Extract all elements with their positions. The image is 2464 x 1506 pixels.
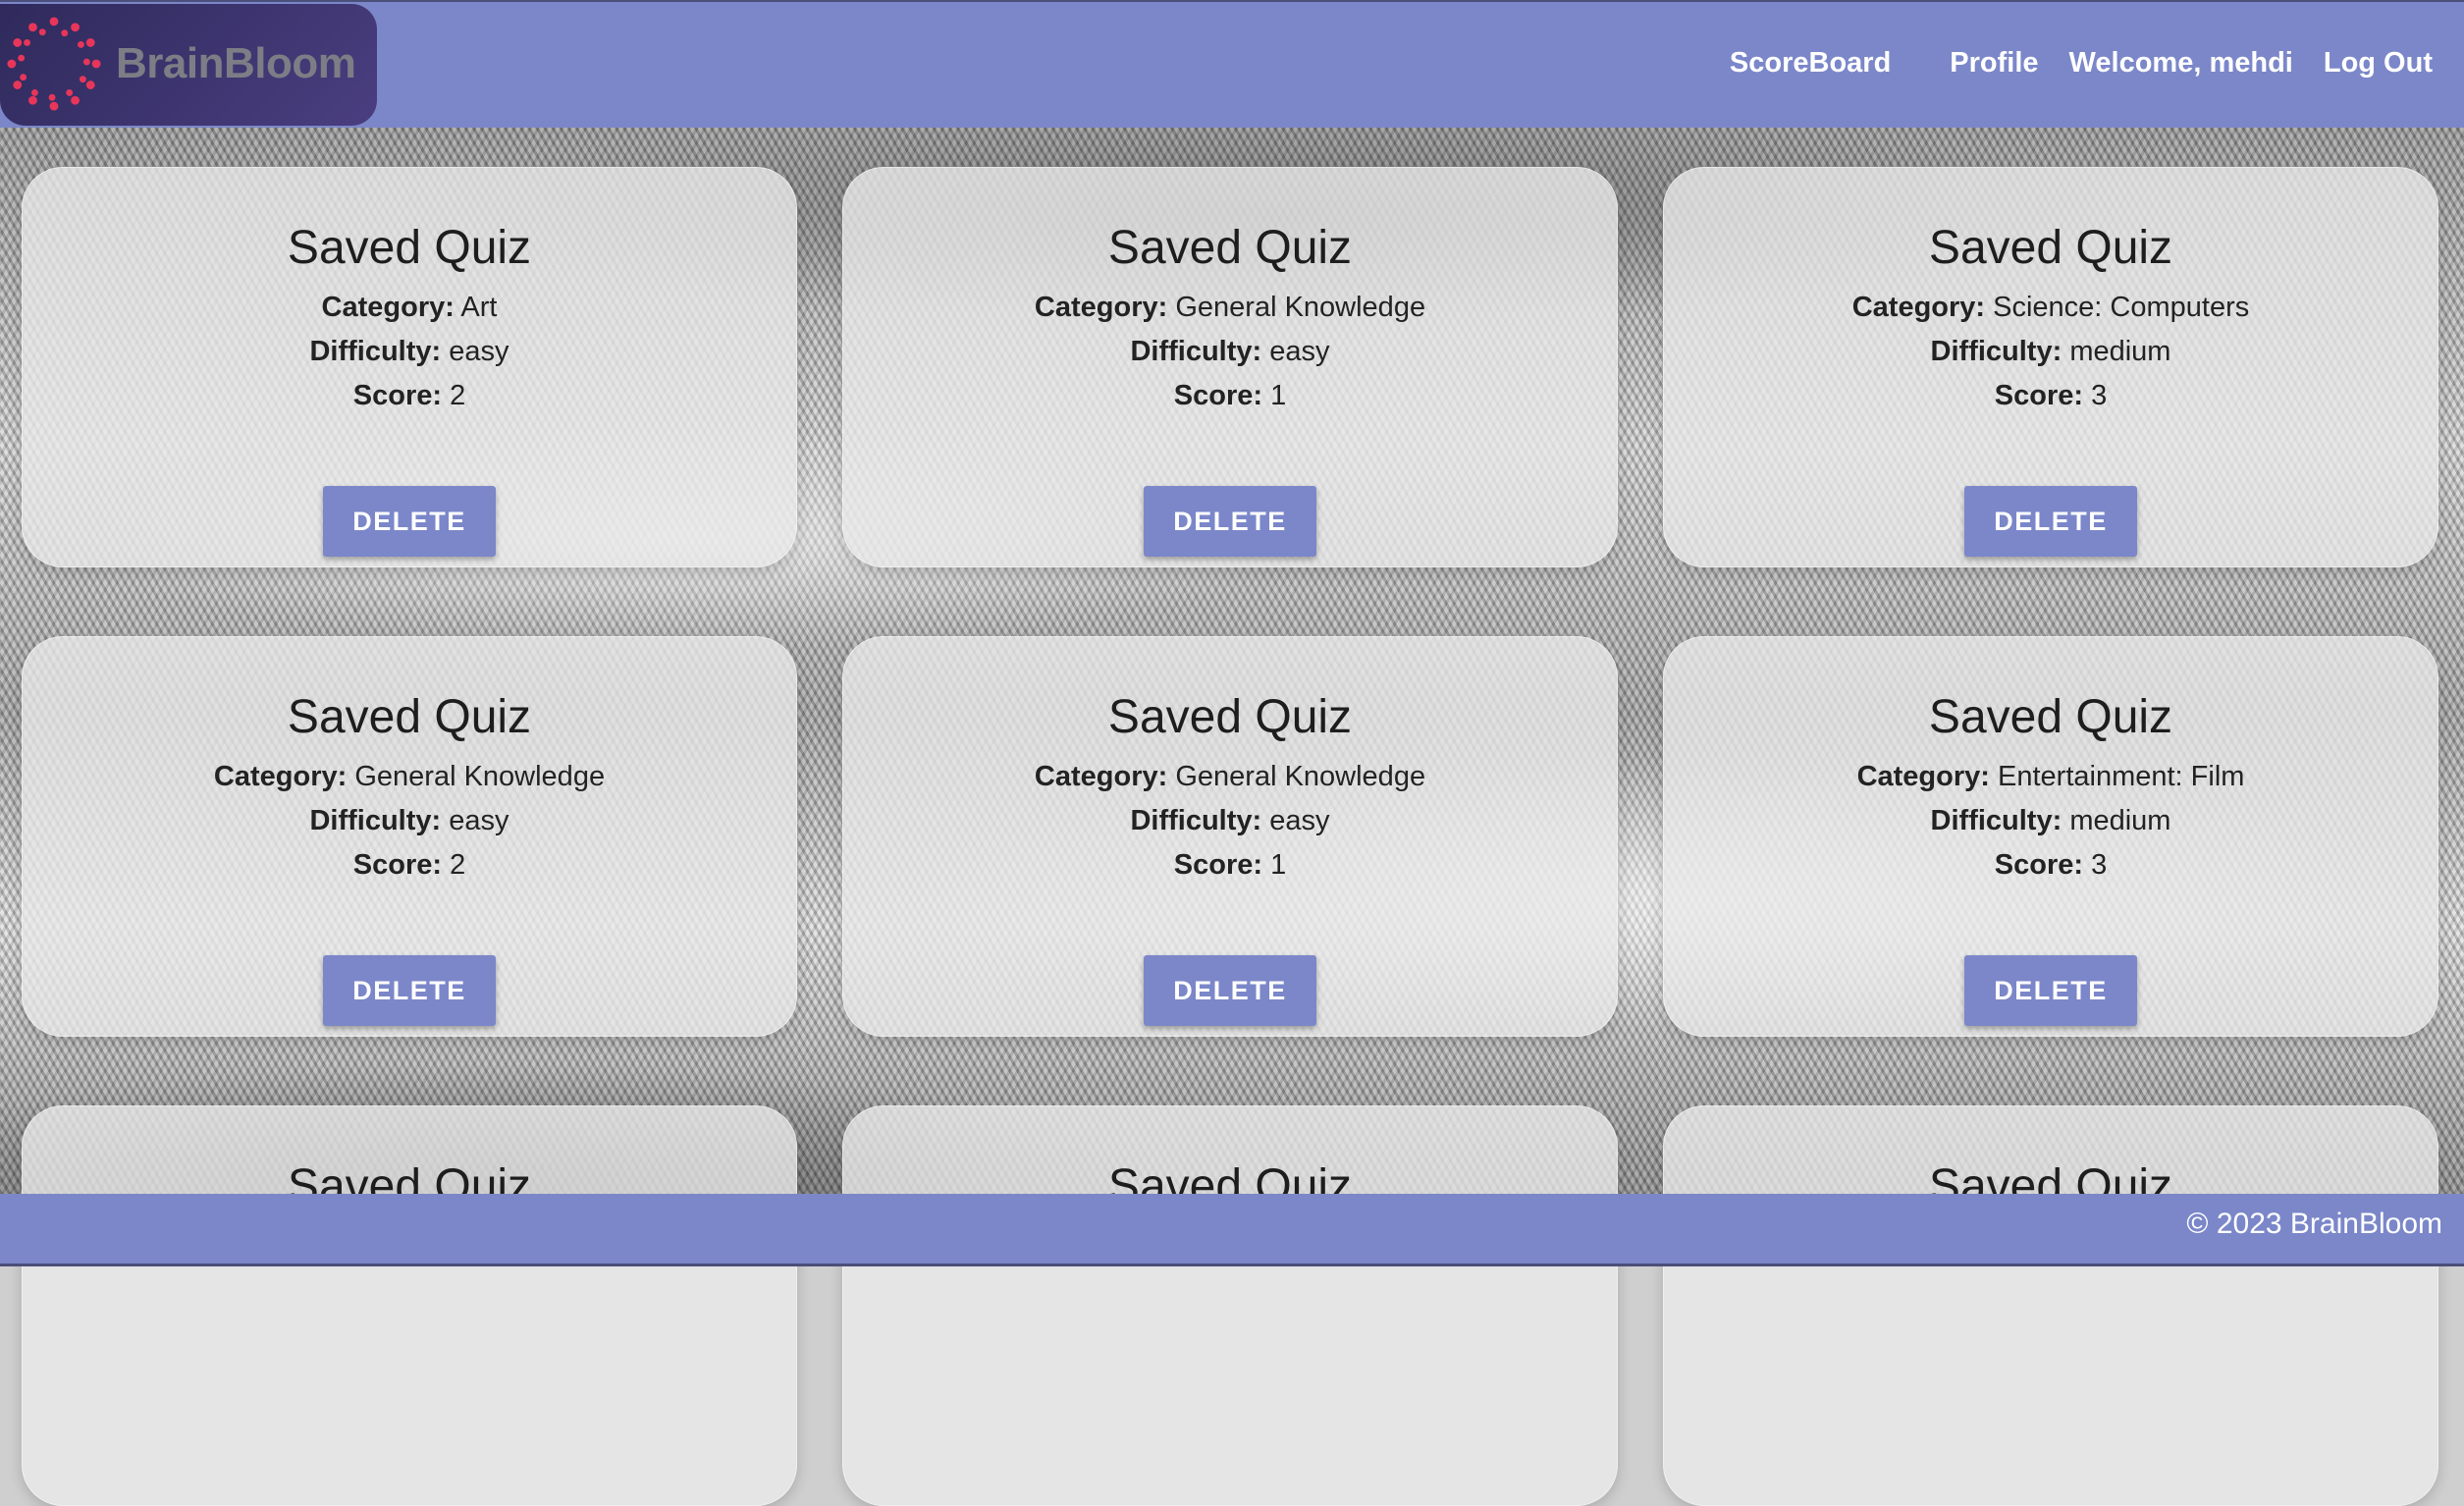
quiz-grid: Saved Quiz Category: Art Difficulty: eas… (0, 0, 2464, 1506)
quiz-category: Category: General Knowledge (843, 286, 1617, 330)
difficulty-value: easy (449, 336, 509, 367)
quiz-card: Saved Quiz (842, 1105, 1618, 1506)
quiz-title: Saved Quiz (1107, 691, 1353, 743)
quiz-difficulty: Difficulty: easy (23, 799, 796, 843)
difficulty-value: easy (1269, 805, 1330, 836)
difficulty-label: Difficulty: (1130, 805, 1262, 836)
top-navbar: BrainBloom ScoreBoard Profile Welcome, m… (0, 0, 2464, 128)
bloom-logo-icon (7, 17, 101, 111)
quiz-category: Category: General Knowledge (23, 755, 796, 799)
category-label: Category: (1034, 761, 1168, 792)
score-value: 1 (1270, 849, 1287, 881)
difficulty-value: medium (2069, 336, 2171, 367)
score-label: Score: (1994, 380, 2084, 411)
brand-name: BrainBloom (116, 39, 356, 87)
quiz-difficulty: Difficulty: easy (843, 330, 1617, 374)
difficulty-label: Difficulty: (309, 336, 442, 367)
category-label: Category: (213, 761, 348, 792)
score-label: Score: (1994, 849, 2084, 881)
quiz-difficulty: Difficulty: easy (23, 330, 796, 374)
category-value: General Knowledge (354, 761, 606, 792)
difficulty-label: Difficulty: (1130, 336, 1262, 367)
delete-button[interactable]: DELETE (1144, 486, 1316, 557)
score-label: Score: (352, 849, 443, 881)
delete-button[interactable]: DELETE (323, 486, 496, 557)
category-value: Science: Computers (1993, 292, 2250, 323)
copyright-text: © 2023 BrainBloom (2186, 1208, 2442, 1240)
score-value: 2 (450, 849, 466, 881)
quiz-category: Category: Entertainment: Film (1664, 755, 2437, 799)
score-label: Score: (1173, 849, 1263, 881)
quiz-card: Saved Quiz Category: General Knowledge D… (842, 636, 1618, 1037)
difficulty-label: Difficulty: (1930, 805, 2062, 836)
nav-profile-link[interactable]: Profile (1950, 47, 2038, 80)
quiz-difficulty: Difficulty: medium (1664, 330, 2437, 374)
delete-button[interactable]: DELETE (1144, 955, 1316, 1026)
quiz-score: Score: 2 (23, 374, 796, 418)
category-label: Category: (1034, 292, 1168, 323)
quiz-title: Saved Quiz (1928, 222, 2173, 274)
quiz-score: Score: 3 (1664, 374, 2437, 418)
difficulty-value: medium (2069, 805, 2171, 836)
difficulty-label: Difficulty: (1930, 336, 2062, 367)
delete-button[interactable]: DELETE (323, 955, 496, 1026)
score-label: Score: (1173, 380, 1263, 411)
quiz-title: Saved Quiz (287, 222, 532, 274)
quiz-card: Saved Quiz Category: Science: Computers … (1663, 167, 2438, 567)
quiz-category: Category: General Knowledge (843, 755, 1617, 799)
category-value: General Knowledge (1175, 292, 1426, 323)
quiz-score: Score: 2 (23, 843, 796, 887)
footer: © 2023 BrainBloom (0, 1194, 2464, 1266)
welcome-user-text: Welcome, mehdi (2068, 47, 2293, 79)
quiz-title: Saved Quiz (1928, 691, 2173, 743)
delete-button[interactable]: DELETE (1964, 955, 2137, 1026)
score-value: 2 (450, 380, 466, 411)
quiz-category: Category: Science: Computers (1664, 286, 2437, 330)
difficulty-label: Difficulty: (309, 805, 442, 836)
quiz-card: Saved Quiz Category: Art Difficulty: eas… (22, 167, 797, 567)
category-label: Category: (321, 292, 455, 323)
category-value: Entertainment: Film (1998, 761, 2245, 792)
nav-scoreboard-link[interactable]: ScoreBoard (1730, 47, 1891, 80)
quiz-difficulty: Difficulty: easy (843, 799, 1617, 843)
difficulty-value: easy (1269, 336, 1330, 367)
category-label: Category: (1851, 292, 1986, 323)
quiz-card: Saved Quiz (1663, 1105, 2438, 1506)
category-value: Art (460, 292, 498, 323)
quiz-title: Saved Quiz (1107, 222, 1353, 274)
main-nav: ScoreBoard Profile Welcome, mehdi Log Ou… (1730, 47, 2433, 80)
quiz-category: Category: Art (23, 286, 796, 330)
quiz-card: Saved Quiz Category: General Knowledge D… (842, 167, 1618, 567)
score-value: 1 (1270, 380, 1287, 411)
quiz-card: Saved Quiz Category: General Knowledge D… (22, 636, 797, 1037)
quiz-score: Score: 1 (843, 374, 1617, 418)
category-label: Category: (1856, 761, 1990, 792)
logout-link[interactable]: Log Out (2324, 47, 2433, 80)
difficulty-value: easy (449, 805, 509, 836)
quiz-title: Saved Quiz (287, 691, 532, 743)
category-value: General Knowledge (1175, 761, 1426, 792)
quiz-card: Saved Quiz Category: Entertainment: Film… (1663, 636, 2438, 1037)
quiz-difficulty: Difficulty: medium (1664, 799, 2437, 843)
score-label: Score: (352, 380, 443, 411)
quiz-card: Saved Quiz (22, 1105, 797, 1506)
score-value: 3 (2091, 380, 2108, 411)
brand-logo[interactable]: BrainBloom (0, 4, 377, 126)
delete-button[interactable]: DELETE (1964, 486, 2137, 557)
quiz-score: Score: 1 (843, 843, 1617, 887)
quiz-score: Score: 3 (1664, 843, 2437, 887)
score-value: 3 (2091, 849, 2108, 881)
